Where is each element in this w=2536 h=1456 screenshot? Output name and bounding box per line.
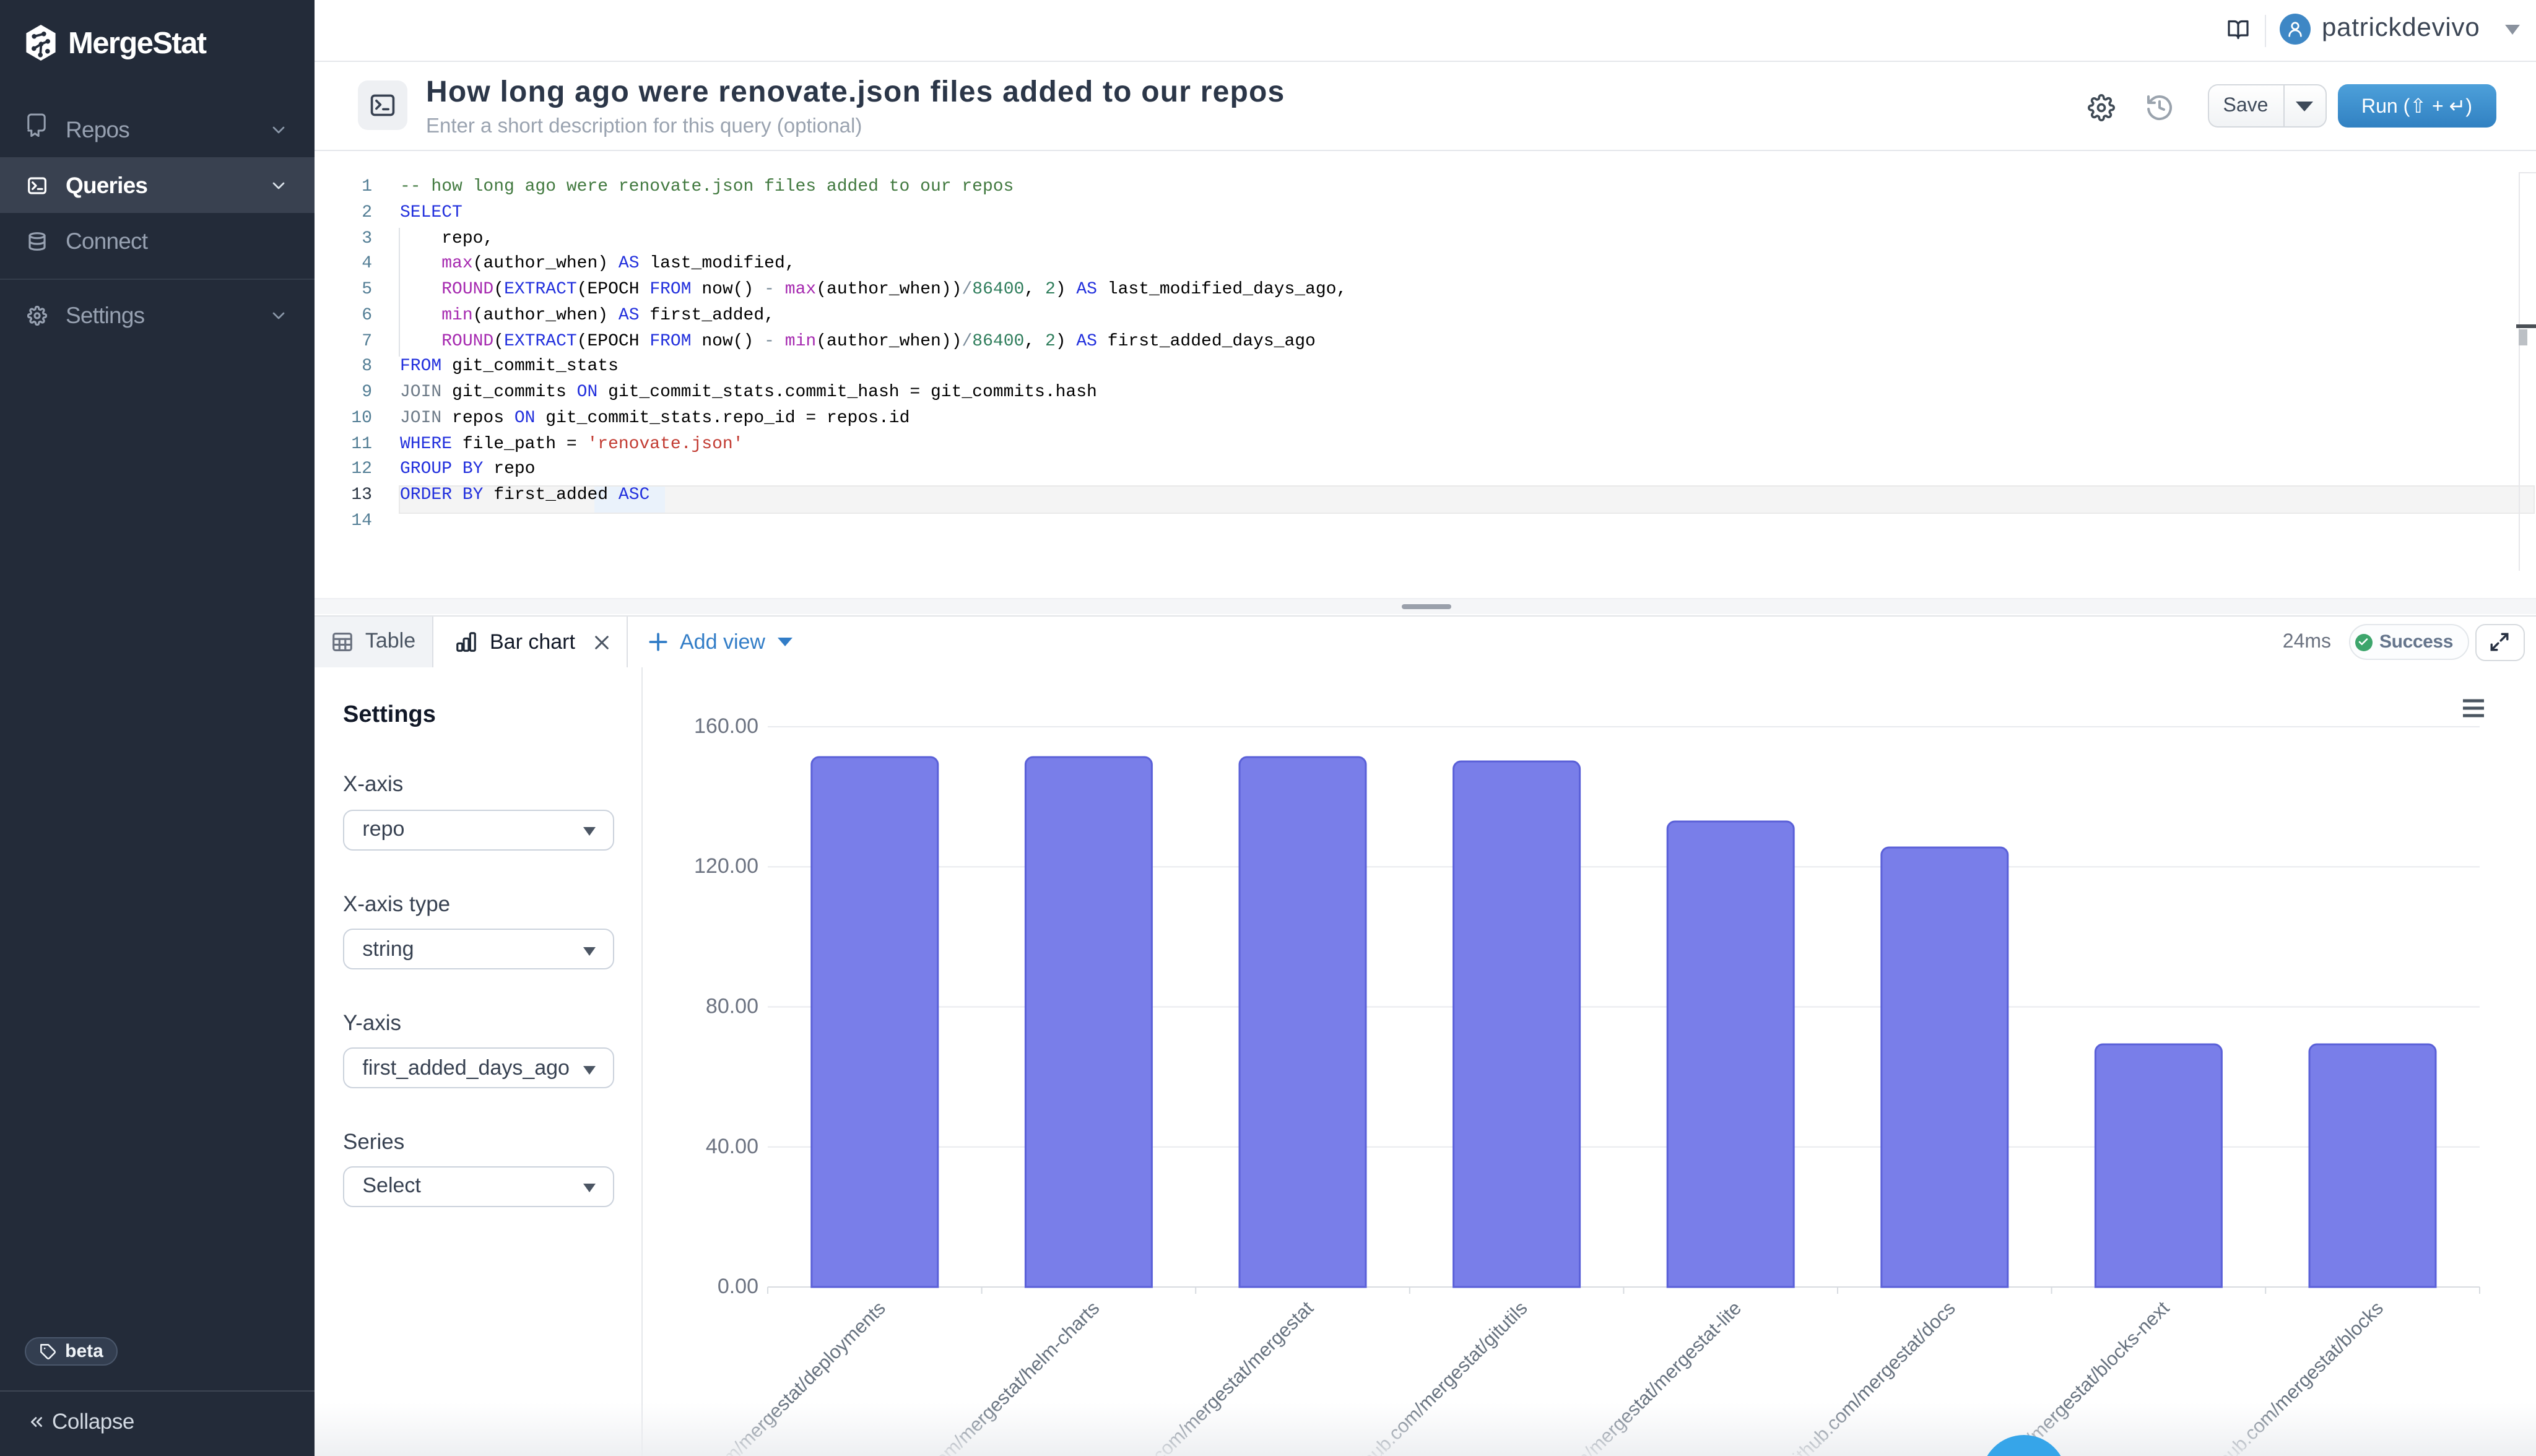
svg-text:160.00: 160.00: [693, 714, 758, 738]
svg-text:120.00: 120.00: [693, 855, 758, 878]
svg-text:github.com/mergestat/gitutils: github.com/mergestat/gitutils: [1343, 1298, 1531, 1456]
svg-text:github.com/mergestat/blocks: github.com/mergestat/blocks: [2199, 1298, 2387, 1456]
svg-text:0.00: 0.00: [717, 1275, 758, 1298]
svg-text:github.com/mergestat/docs: github.com/mergestat/docs: [1781, 1298, 1959, 1456]
svg-text:80.00: 80.00: [705, 995, 758, 1018]
svg-text:40.00: 40.00: [705, 1135, 758, 1158]
svg-text:github.com/mergestat/deploymen: github.com/mergestat/deployments: [662, 1298, 889, 1456]
svg-text:github.com/mergestat/blocks-ne: github.com/mergestat/blocks-next: [1955, 1297, 2173, 1456]
svg-text:github.com/mergestat/helm-char: github.com/mergestat/helm-charts: [882, 1298, 1103, 1456]
svg-text:github.com/mergestat/mergestat: github.com/mergestat/mergestat: [1107, 1297, 1317, 1456]
svg-text:github.com/mergestat/mergestat: github.com/mergestat/mergestat-lite: [1513, 1298, 1745, 1456]
